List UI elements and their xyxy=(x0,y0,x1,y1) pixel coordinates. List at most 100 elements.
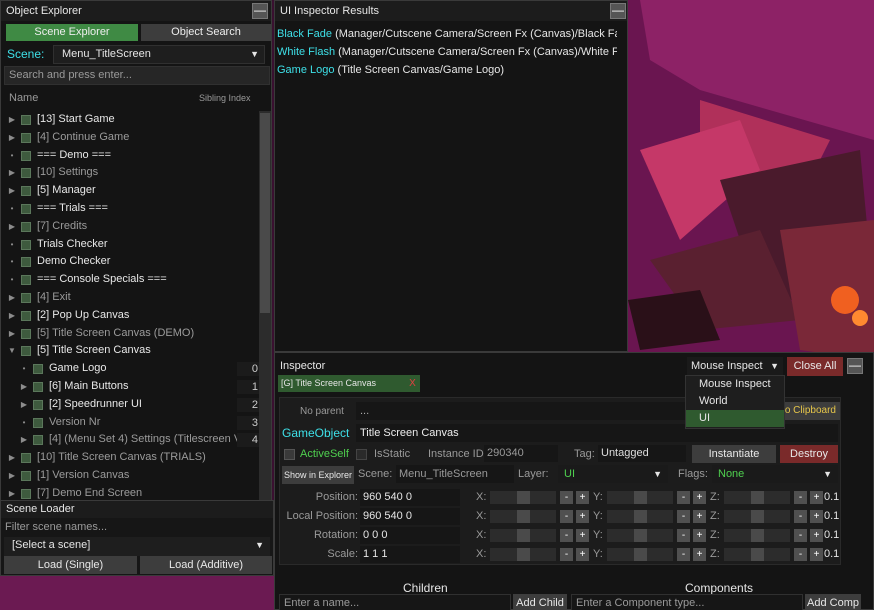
sibling-index-field[interactable]: 0 xyxy=(237,362,261,377)
scrollbar-handle[interactable] xyxy=(260,113,270,313)
axis-slider[interactable] xyxy=(607,491,673,504)
slider-handle[interactable] xyxy=(634,510,647,523)
transform-value-field[interactable]: 0 0 0 xyxy=(360,527,460,544)
active-checkbox[interactable] xyxy=(21,275,31,286)
scene-dropdown[interactable]: Menu_TitleScreen ▼ xyxy=(53,45,265,64)
expand-right-icon[interactable]: ▶ xyxy=(19,431,29,449)
close-all-button[interactable]: Close All xyxy=(787,357,843,376)
active-checkbox[interactable] xyxy=(21,328,31,339)
axis-slider[interactable] xyxy=(724,548,790,561)
decrement-button[interactable]: - xyxy=(560,548,573,561)
tag-field[interactable]: Untagged xyxy=(598,445,686,462)
increment-button[interactable]: + xyxy=(810,510,823,523)
increment-button[interactable]: + xyxy=(810,491,823,504)
axis-slider[interactable] xyxy=(490,510,556,523)
slider-handle[interactable] xyxy=(517,491,530,504)
increment-button[interactable]: + xyxy=(576,491,589,504)
expand-right-icon[interactable]: ▶ xyxy=(19,378,29,396)
active-checkbox[interactable] xyxy=(21,150,31,161)
tree-item[interactable]: ▶ [4] Exit xyxy=(5,289,261,307)
axis-slider[interactable] xyxy=(607,510,673,523)
destroy-button[interactable]: Destroy xyxy=(780,445,838,463)
tab-scene-explorer[interactable]: Scene Explorer xyxy=(6,24,138,41)
axis-slider[interactable] xyxy=(607,529,673,542)
slider-handle[interactable] xyxy=(634,548,647,561)
menu-item-world[interactable]: World xyxy=(686,393,784,410)
expand-down-icon[interactable]: ▼ xyxy=(7,342,17,360)
active-checkbox[interactable] xyxy=(21,488,31,499)
decrement-button[interactable]: - xyxy=(677,548,690,561)
active-checkbox[interactable] xyxy=(33,435,43,446)
tree-item[interactable]: • === Console Specials === xyxy=(5,271,261,289)
axis-slider[interactable] xyxy=(490,548,556,561)
decrement-button[interactable]: - xyxy=(794,548,807,561)
sibling-index-field[interactable]: 3 xyxy=(237,415,261,430)
show-in-explorer-button[interactable]: Show in Explorer xyxy=(282,466,354,484)
scene-filter-input[interactable]: Filter scene names... xyxy=(1,519,273,538)
instantiate-button[interactable]: Instantiate xyxy=(692,445,776,463)
tree-item[interactable]: • Demo Checker xyxy=(5,253,261,271)
inspector-tab[interactable]: [G] Title Screen Canvas X xyxy=(278,375,420,392)
tree-item[interactable]: ▶ [5] Manager xyxy=(5,182,261,200)
tree-item[interactable]: • Game Logo 0 xyxy=(5,360,261,378)
axis-slider[interactable] xyxy=(724,491,790,504)
expand-right-icon[interactable]: ▶ xyxy=(7,325,17,343)
sibling-index-field[interactable]: 1 xyxy=(237,380,261,394)
increment-button[interactable]: + xyxy=(576,548,589,561)
ui-inspector-results-minimize-button[interactable]: — xyxy=(610,3,626,19)
component-type-input[interactable]: Enter a Component type... xyxy=(571,594,803,610)
active-checkbox[interactable] xyxy=(21,346,31,357)
active-checkbox[interactable] xyxy=(21,168,31,179)
flags-dropdown[interactable]: None ▼ xyxy=(712,465,838,483)
decrement-button[interactable]: - xyxy=(794,510,807,523)
step-value[interactable]: 0.1 xyxy=(824,529,839,541)
tree-item[interactable]: ▶ [13] Start Game xyxy=(5,111,261,129)
slider-handle[interactable] xyxy=(634,491,647,504)
active-checkbox[interactable] xyxy=(21,239,31,250)
result-item[interactable]: Game Logo (Title Screen Canvas/Game Logo… xyxy=(277,61,617,79)
increment-button[interactable]: + xyxy=(693,529,706,542)
tab-object-search[interactable]: Object Search xyxy=(141,24,271,41)
inspector-minimize-button[interactable]: — xyxy=(847,358,863,374)
sibling-index-field[interactable]: 4 xyxy=(237,433,261,448)
transform-value-field[interactable]: 1 1 1 xyxy=(360,546,460,563)
sibling-index-field[interactable]: 2 xyxy=(237,397,261,412)
child-name-input[interactable]: Enter a name... xyxy=(279,594,511,610)
expand-right-icon[interactable]: ▶ xyxy=(19,396,29,414)
decrement-button[interactable]: - xyxy=(677,510,690,523)
object-search-input[interactable]: Search and press enter... xyxy=(4,66,270,85)
increment-button[interactable]: + xyxy=(693,510,706,523)
active-checkbox[interactable] xyxy=(21,186,31,197)
active-checkbox[interactable] xyxy=(21,204,31,214)
decrement-button[interactable]: - xyxy=(560,510,573,523)
increment-button[interactable]: + xyxy=(693,548,706,561)
result-item[interactable]: White Flash (Manager/Cutscene Camera/Scr… xyxy=(277,43,617,61)
slider-handle[interactable] xyxy=(634,529,647,542)
tree-item[interactable]: ▶ [6] Main Buttons 1 xyxy=(5,378,261,396)
step-value[interactable]: 0.1 xyxy=(824,510,839,522)
object-explorer-minimize-button[interactable]: — xyxy=(252,3,268,19)
scene-select-dropdown[interactable]: [Select a scene] ▼ xyxy=(4,537,270,556)
slider-handle[interactable] xyxy=(751,548,764,561)
expand-right-icon[interactable]: ▶ xyxy=(7,111,17,129)
isstatic-checkbox[interactable] xyxy=(356,449,367,460)
result-item[interactable]: Black Fade (Manager/Cutscene Camera/Scre… xyxy=(277,25,617,43)
increment-button[interactable]: + xyxy=(693,491,706,504)
expand-right-icon[interactable]: ▶ xyxy=(7,129,17,147)
axis-slider[interactable] xyxy=(607,548,673,561)
axis-slider[interactable] xyxy=(724,510,790,523)
transform-value-field[interactable]: 960 540 0 xyxy=(360,508,460,525)
slider-handle[interactable] xyxy=(751,510,764,523)
active-checkbox[interactable] xyxy=(21,221,31,232)
slider-handle[interactable] xyxy=(517,529,530,542)
slider-handle[interactable] xyxy=(517,548,530,561)
inspect-mode-dropdown[interactable]: Mouse Inspect ▼ xyxy=(687,357,783,375)
close-icon[interactable]: X xyxy=(405,375,420,392)
tree-item[interactable]: • === Trials === xyxy=(5,200,261,218)
tree-item[interactable]: ▼ [5] Title Screen Canvas xyxy=(5,342,261,360)
decrement-button[interactable]: - xyxy=(794,491,807,504)
active-checkbox[interactable] xyxy=(33,364,43,375)
tree-item[interactable]: ▶ [1] Version Canvas xyxy=(5,467,261,485)
activeself-checkbox[interactable] xyxy=(284,449,295,460)
slider-handle[interactable] xyxy=(517,510,530,523)
